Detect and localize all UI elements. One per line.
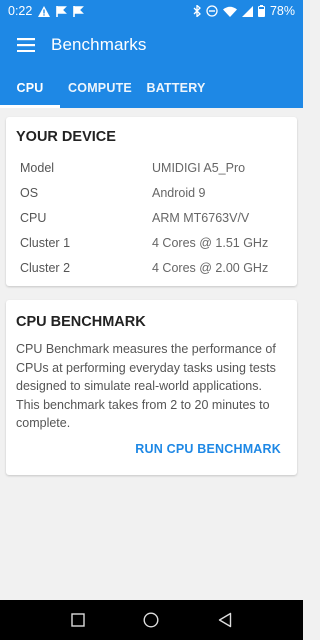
- spec-row-model: Model UMIDIGI A5_Pro: [20, 161, 245, 175]
- spec-key: CPU: [20, 211, 47, 225]
- notification-flag-icon: [73, 5, 85, 17]
- battery-percentage: 78%: [269, 4, 295, 18]
- status-right: 78%: [193, 4, 295, 18]
- spec-key: Cluster 1: [20, 236, 71, 250]
- status-left: 0:22: [8, 4, 85, 18]
- spec-key: Cluster 2: [20, 261, 71, 275]
- recents-icon[interactable]: [68, 610, 88, 630]
- menu-icon[interactable]: [14, 33, 38, 57]
- tab-cpu[interactable]: CPU: [0, 68, 60, 108]
- bluetooth-icon: [193, 5, 201, 17]
- back-icon[interactable]: [215, 610, 235, 630]
- benchmark-card-title: CPU BENCHMARK: [16, 314, 146, 330]
- tab-label: BATTERY: [146, 81, 206, 95]
- spec-row-cpu: CPU ARM MT6763V/V: [20, 211, 249, 225]
- status-bar: 0:22 78%: [0, 0, 303, 22]
- warning-icon: [38, 5, 51, 17]
- benchmark-description: CPU Benchmark measures the performance o…: [16, 342, 276, 430]
- do-not-disturb-icon: [206, 5, 218, 17]
- run-cpu-benchmark-button[interactable]: RUN CPU BENCHMARK: [135, 442, 281, 456]
- spec-key: Model: [20, 161, 55, 175]
- tab-bar: CPU COMPUTE BATTERY: [0, 68, 303, 108]
- spec-row-cluster-2: Cluster 2 4 Cores @ 2.00 GHz: [20, 261, 268, 275]
- home-icon[interactable]: [141, 610, 161, 630]
- device-card: YOUR DEVICE Model UMIDIGI A5_Pro OS Andr…: [6, 117, 297, 286]
- tab-label: CPU: [16, 81, 44, 95]
- wifi-icon: [222, 6, 237, 17]
- notification-flag-icon: [56, 5, 68, 17]
- spec-value: 4 Cores @ 2.00 GHz: [152, 261, 269, 275]
- spec-key: OS: [20, 186, 39, 200]
- app-bar: Benchmarks: [0, 22, 303, 68]
- tab-compute[interactable]: COMPUTE: [60, 68, 140, 108]
- spec-row-os: OS Android 9: [20, 186, 206, 200]
- spec-value: 4 Cores @ 1.51 GHz: [152, 236, 269, 250]
- navigation-bar: [0, 600, 303, 640]
- spec-value: UMIDIGI A5_Pro: [152, 161, 246, 175]
- benchmark-card: CPU BENCHMARK CPU Benchmark measures the…: [6, 300, 297, 475]
- battery-icon: [257, 5, 265, 17]
- status-time: 0:22: [8, 4, 33, 18]
- tab-label: COMPUTE: [68, 81, 132, 95]
- app-title: Benchmarks: [51, 35, 147, 54]
- signal-icon: [241, 5, 253, 17]
- device-card-title: YOUR DEVICE: [16, 129, 116, 145]
- spec-value: Android 9: [152, 186, 206, 200]
- spec-row-cluster-1: Cluster 1 4 Cores @ 1.51 GHz: [20, 236, 268, 250]
- spec-value: ARM MT6763V/V: [152, 211, 250, 225]
- tab-battery[interactable]: BATTERY: [140, 68, 212, 108]
